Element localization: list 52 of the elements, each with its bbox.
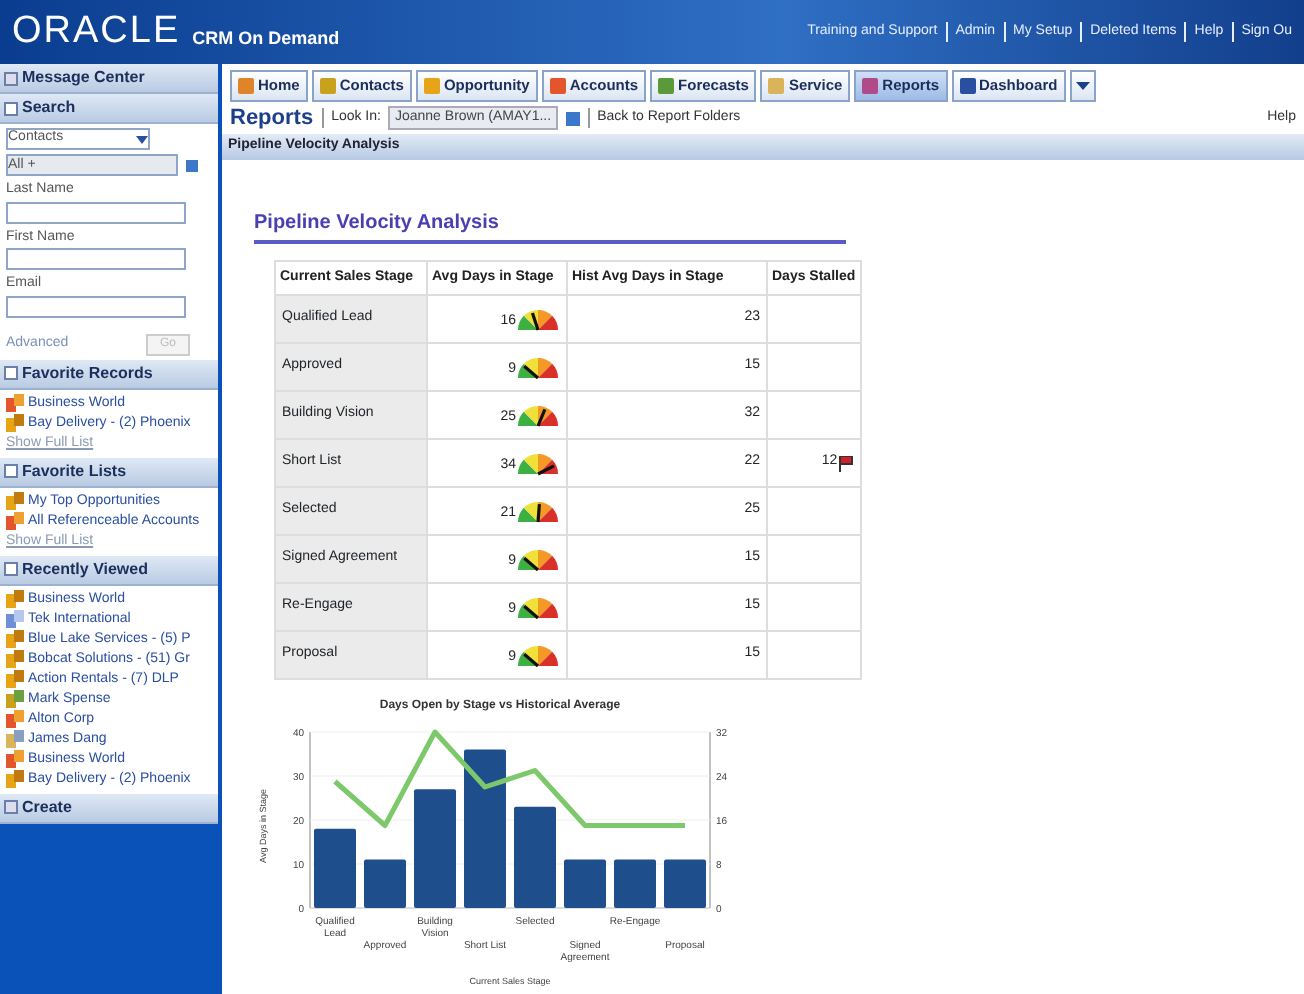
collapse-toggle-icon[interactable] bbox=[4, 71, 18, 85]
gauge-icon bbox=[516, 450, 560, 476]
tab-icon bbox=[959, 78, 976, 94]
report-title: Pipeline Velocity Analysis bbox=[254, 207, 846, 243]
bar bbox=[564, 859, 606, 908]
gauge-icon bbox=[516, 354, 560, 380]
tab-icon bbox=[319, 78, 336, 94]
section-header[interactable]: Message Center bbox=[0, 64, 218, 94]
text-field[interactable] bbox=[6, 248, 186, 270]
collapse-toggle-icon[interactable] bbox=[4, 101, 18, 115]
tab-icon bbox=[862, 78, 879, 94]
section-title: Favorite Lists bbox=[22, 459, 127, 483]
product-name: CRM On Demand bbox=[192, 26, 340, 53]
gauge-icon bbox=[516, 594, 560, 620]
tab-icon bbox=[549, 78, 566, 94]
bar bbox=[664, 859, 706, 908]
text-field[interactable] bbox=[6, 201, 186, 223]
section-title: Favorite Records bbox=[22, 361, 153, 385]
tab-icon bbox=[238, 78, 254, 94]
section-header[interactable]: Create bbox=[0, 793, 218, 823]
tab-icon bbox=[768, 78, 785, 94]
section-header[interactable]: Favorite Lists bbox=[0, 457, 218, 487]
page-title: Reports bbox=[230, 103, 314, 134]
more-tabs-button[interactable] bbox=[1069, 70, 1096, 102]
flag-icon bbox=[837, 455, 854, 471]
caret-icon bbox=[1075, 80, 1090, 92]
tab-icon bbox=[658, 78, 675, 94]
bar bbox=[414, 789, 456, 908]
gauge-icon bbox=[516, 306, 560, 332]
collapse-toggle-icon[interactable] bbox=[4, 800, 18, 814]
bar bbox=[514, 806, 556, 908]
bar bbox=[614, 859, 656, 908]
section-title: Recently Viewed bbox=[22, 557, 148, 581]
tab-icon bbox=[423, 78, 440, 94]
gauge-icon bbox=[516, 546, 560, 572]
caret-icon bbox=[136, 135, 148, 143]
gauge-icon bbox=[516, 402, 560, 428]
section-title: Search bbox=[22, 96, 76, 120]
section-header[interactable]: Favorite Records bbox=[0, 359, 218, 389]
gauge-icon bbox=[516, 642, 560, 668]
collapse-toggle-icon[interactable] bbox=[4, 562, 18, 576]
collapse-toggle-icon[interactable] bbox=[4, 366, 18, 380]
bar bbox=[364, 859, 406, 908]
section-title: Message Center bbox=[22, 66, 145, 90]
gauge-icon bbox=[516, 498, 560, 524]
section-header[interactable]: Search bbox=[0, 94, 218, 124]
logo: ORACLE bbox=[12, 7, 181, 56]
text-field[interactable] bbox=[6, 295, 186, 317]
collapse-toggle-icon[interactable] bbox=[4, 464, 18, 478]
bar bbox=[314, 828, 356, 908]
section-title: Create bbox=[22, 795, 72, 819]
section-header[interactable]: Recently Viewed bbox=[0, 555, 218, 585]
